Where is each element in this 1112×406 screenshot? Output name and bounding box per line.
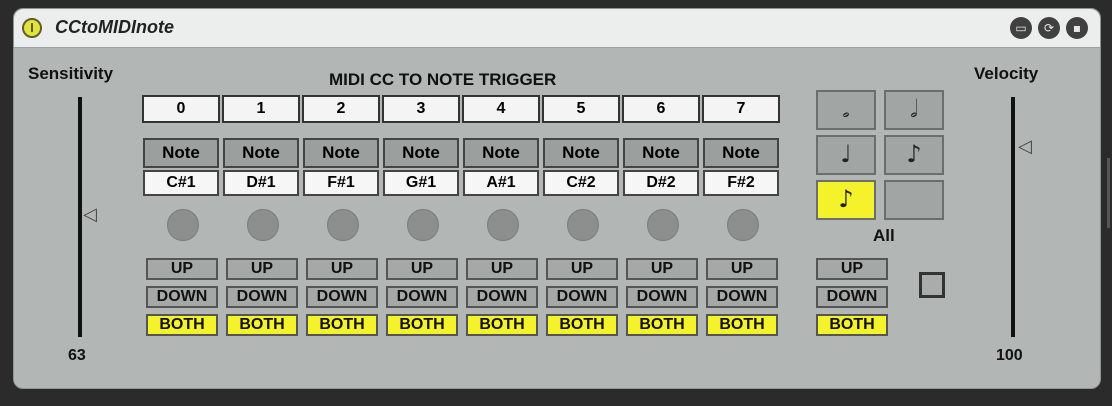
eighth-note-icon[interactable]: ♪ (884, 135, 944, 175)
cc-number-cell[interactable]: 3 (382, 95, 460, 123)
down-button[interactable]: DOWN (706, 286, 778, 308)
sensitivity-slider[interactable] (78, 97, 82, 337)
note-header: Note (303, 138, 379, 168)
velocity-label: Velocity (974, 64, 1039, 83)
trigger-led (647, 209, 679, 241)
note-header: Note (543, 138, 619, 168)
cc-number-cell[interactable]: 7 (702, 95, 780, 123)
trigger-led (727, 209, 759, 241)
header-title: MIDI CC TO NOTE TRIGGER (329, 70, 557, 89)
down-button[interactable]: DOWN (386, 286, 458, 308)
device-titlebar: CCtoMIDInote ▭ ⟳ ▪ (14, 9, 1100, 48)
half-note-icon[interactable]: 𝅗𝅥 (884, 90, 944, 130)
note-value-field[interactable]: D#2 (623, 170, 699, 196)
cc-number-cell[interactable]: 6 (622, 95, 700, 123)
note-value-field[interactable]: F#1 (303, 170, 379, 196)
up-button[interactable]: UP (146, 258, 218, 280)
hotswap-icon[interactable]: ⟳ (1038, 17, 1060, 39)
down-button[interactable]: DOWN (146, 286, 218, 308)
down-button[interactable]: DOWN (626, 286, 698, 308)
up-button[interactable]: UP (466, 258, 538, 280)
both-button[interactable]: BOTH (226, 314, 298, 336)
resize-grip[interactable] (1107, 158, 1110, 228)
cc-number-cell[interactable]: 0 (142, 95, 220, 123)
empty-note-button[interactable] (884, 180, 944, 220)
fold-icon[interactable]: ▭ (1010, 17, 1032, 39)
sixteenth-note-icon[interactable]: ♪ (816, 180, 876, 220)
cc-number-cell[interactable]: 1 (222, 95, 300, 123)
down-button[interactable]: DOWN (306, 286, 378, 308)
down-button[interactable]: DOWN (466, 286, 538, 308)
note-header: Note (383, 138, 459, 168)
trigger-led (327, 209, 359, 241)
half-note-hollow-icon[interactable]: 𝅗 (816, 90, 876, 130)
note-value-field[interactable]: C#1 (143, 170, 219, 196)
both-button[interactable]: BOTH (546, 314, 618, 336)
cc-number-cell[interactable]: 4 (462, 95, 540, 123)
up-button[interactable]: UP (226, 258, 298, 280)
trigger-led (247, 209, 279, 241)
note-value-field[interactable]: D#1 (223, 170, 299, 196)
note-header: Note (143, 138, 219, 168)
note-header: Note (463, 138, 539, 168)
all-up-button[interactable]: UP (816, 258, 888, 280)
toggle-checkbox[interactable] (919, 272, 945, 298)
trigger-led (167, 209, 199, 241)
all-both-button[interactable]: BOTH (816, 314, 888, 336)
note-value-field[interactable]: C#2 (543, 170, 619, 196)
up-button[interactable]: UP (306, 258, 378, 280)
up-button[interactable]: UP (706, 258, 778, 280)
device-panel: CCtoMIDInote ▭ ⟳ ▪ Sensitivity ◁ 63 MIDI… (13, 8, 1101, 389)
note-value-field[interactable]: A#1 (463, 170, 539, 196)
all-down-button[interactable]: DOWN (816, 286, 888, 308)
note-header: Note (703, 138, 779, 168)
velocity-thumb-icon[interactable]: ◁ (1018, 136, 1032, 157)
both-button[interactable]: BOTH (386, 314, 458, 336)
trigger-led (567, 209, 599, 241)
quarter-note-icon[interactable]: ♩ (816, 135, 876, 175)
trigger-led (407, 209, 439, 241)
note-header: Note (223, 138, 299, 168)
both-button[interactable]: BOTH (626, 314, 698, 336)
both-button[interactable]: BOTH (706, 314, 778, 336)
note-value-field[interactable]: G#1 (383, 170, 459, 196)
both-button[interactable]: BOTH (146, 314, 218, 336)
cc-number-cell[interactable]: 5 (542, 95, 620, 123)
sensitivity-label: Sensitivity (28, 64, 114, 83)
save-icon[interactable]: ▪ (1066, 17, 1088, 39)
up-button[interactable]: UP (386, 258, 458, 280)
cc-number-cell[interactable]: 2 (302, 95, 380, 123)
sensitivity-value: 63 (68, 347, 86, 364)
velocity-value: 100 (996, 347, 1023, 364)
sensitivity-thumb-icon[interactable]: ◁ (83, 204, 97, 225)
up-button[interactable]: UP (546, 258, 618, 280)
down-button[interactable]: DOWN (546, 286, 618, 308)
both-button[interactable]: BOTH (306, 314, 378, 336)
up-button[interactable]: UP (626, 258, 698, 280)
power-icon[interactable] (22, 18, 42, 38)
note-value-field[interactable]: F#2 (703, 170, 779, 196)
down-button[interactable]: DOWN (226, 286, 298, 308)
velocity-slider[interactable] (1011, 97, 1015, 337)
all-label: All (873, 226, 895, 245)
device-title: CCtoMIDInote (55, 17, 174, 37)
both-button[interactable]: BOTH (466, 314, 538, 336)
trigger-led (487, 209, 519, 241)
note-header: Note (623, 138, 699, 168)
